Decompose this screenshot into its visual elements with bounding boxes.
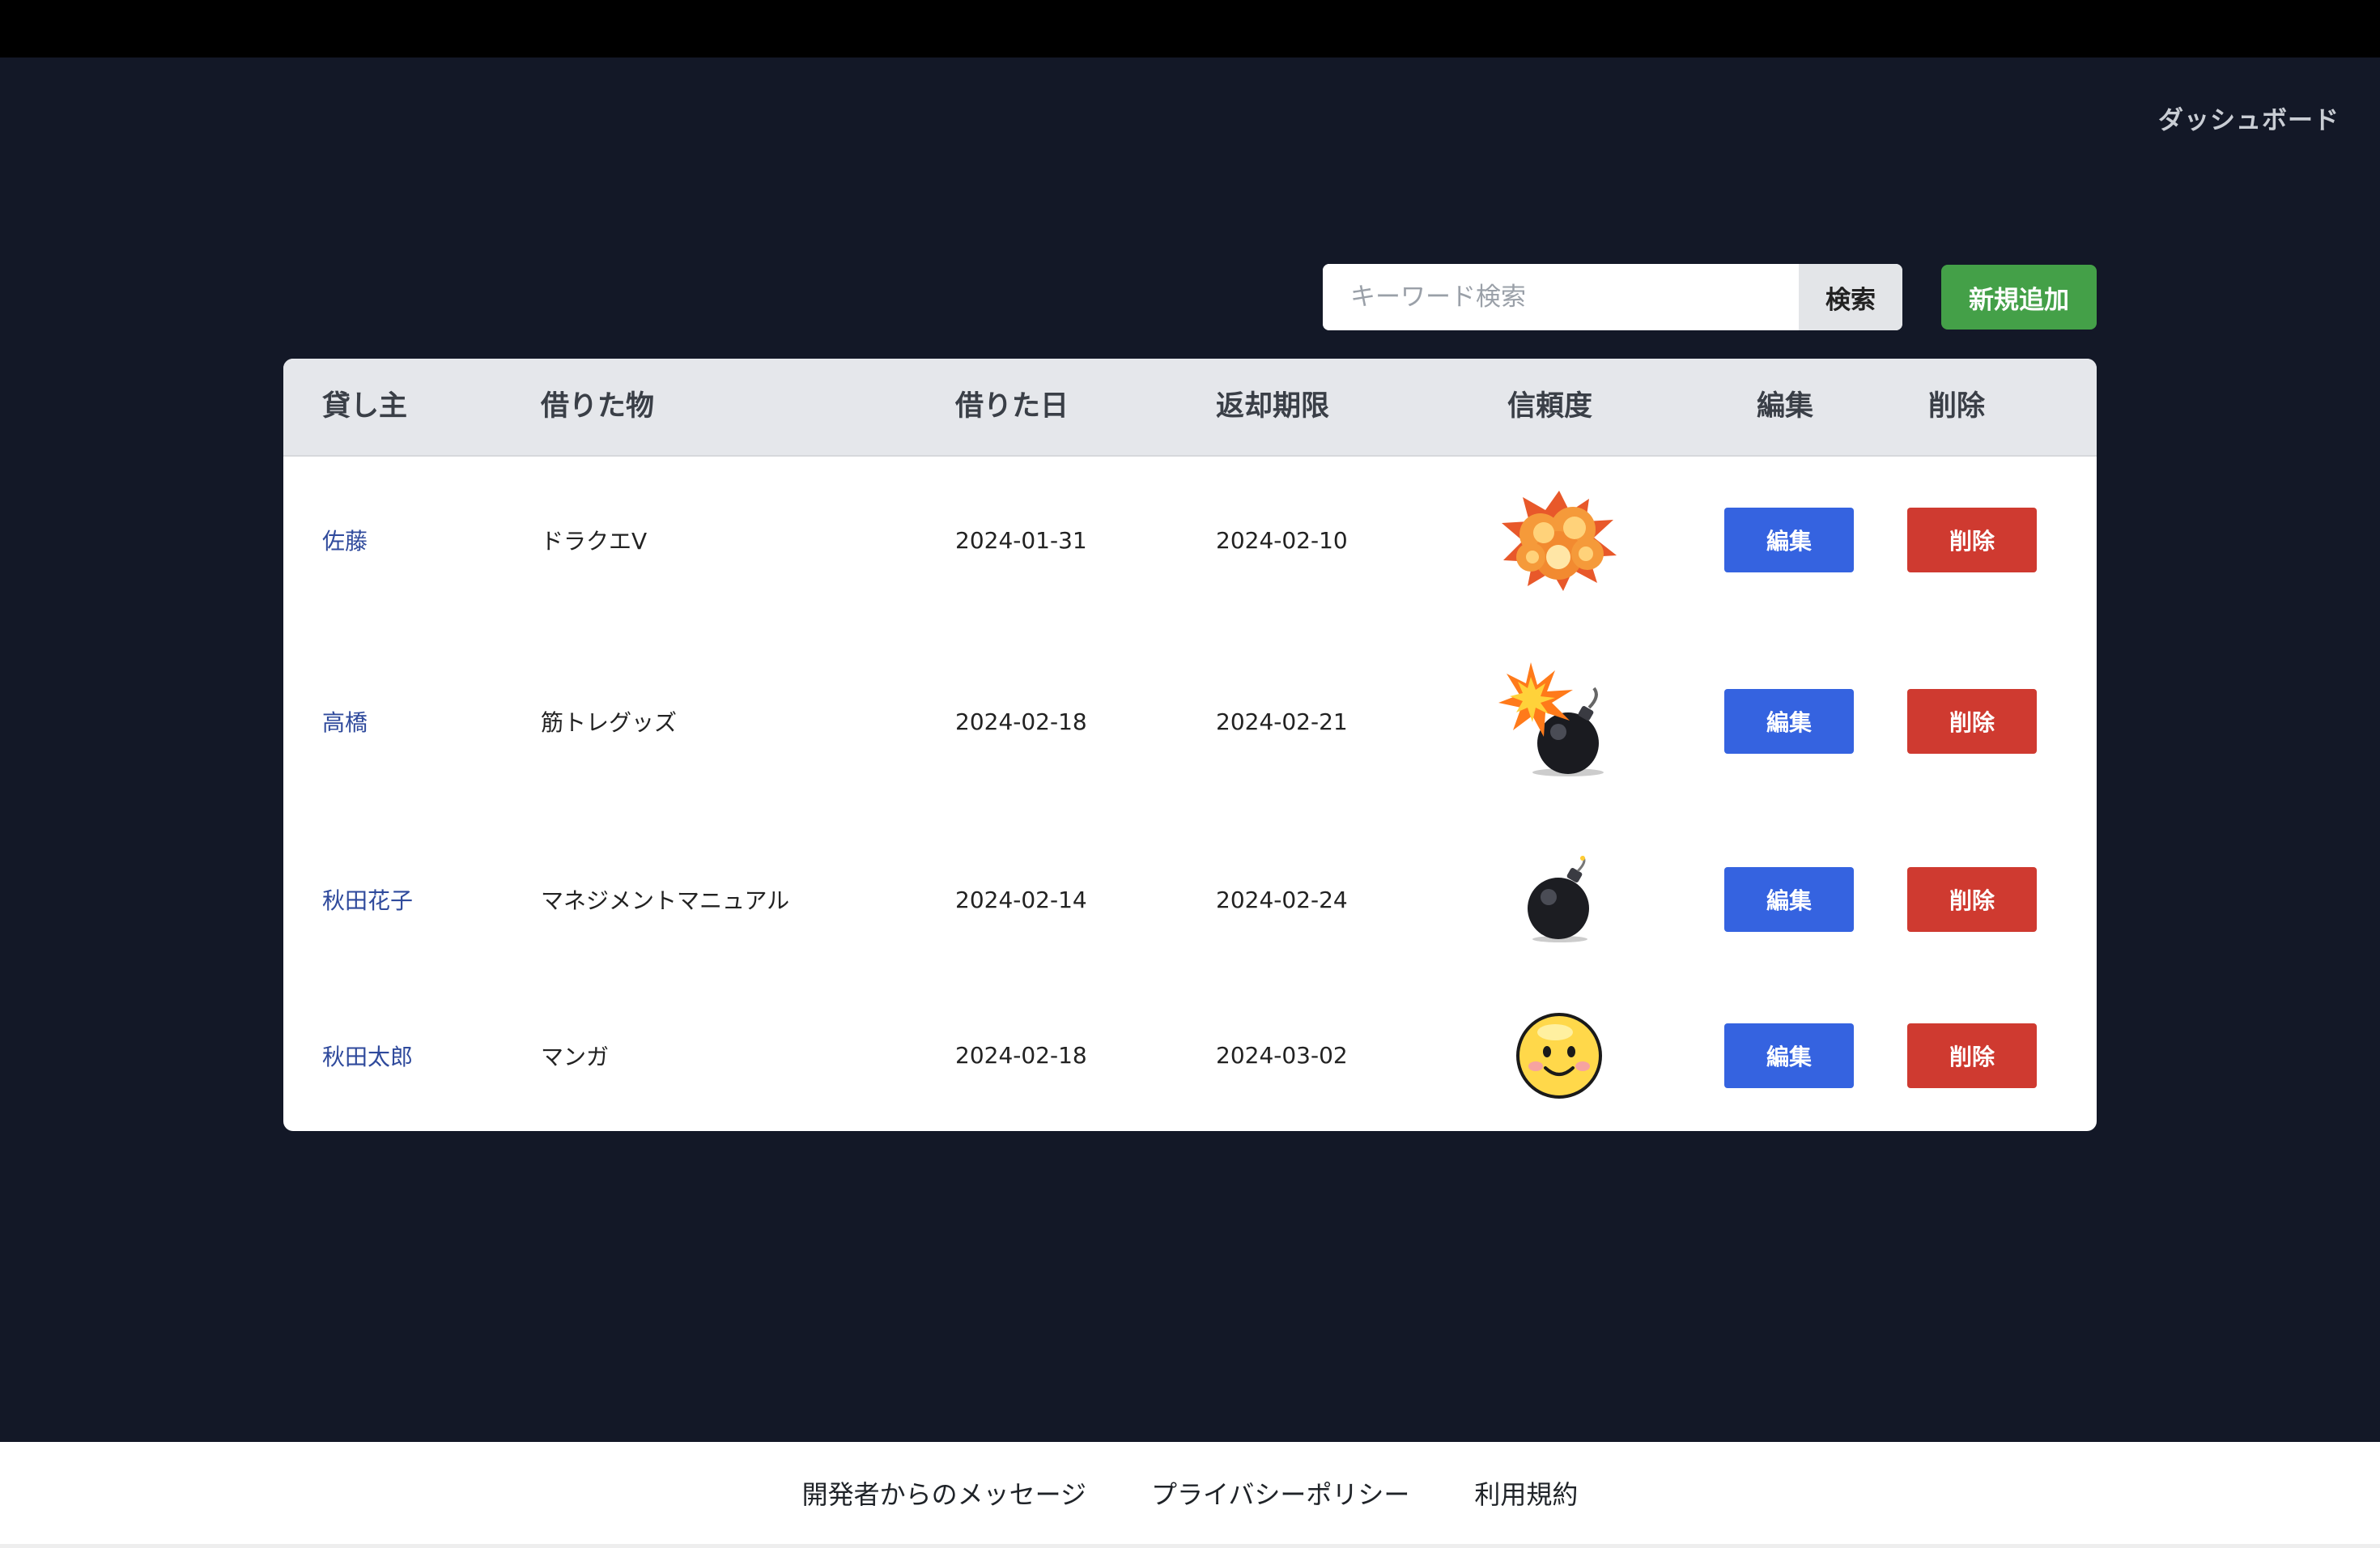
bomb-icon [1528,855,1589,942]
edit-button[interactable]: 編集 [1724,508,1854,572]
lender-link[interactable]: 佐藤 [322,524,368,556]
search-box: 検索 [1323,264,1902,330]
due-date: 2024-02-21 [1216,708,1348,735]
footer-link-terms[interactable]: 利用規約 [1474,1474,1578,1512]
delete-button[interactable]: 削除 [1907,689,2037,754]
column-header-lender: 貸し主 [322,390,408,423]
app-main: ダッシュボード 検索 新規追加 貸し主 借りた物 借りた日 返却期限 信頼度 編… [0,57,2380,1442]
column-header-edit: 編集 [1757,390,1814,423]
borrowed-date: 2024-02-18 [955,1042,1087,1069]
column-header-delete: 削除 [1928,390,1986,423]
column-header-borrowed-date: 借りた日 [955,390,1069,423]
borrowed-date: 2024-02-18 [955,708,1087,735]
toolbar: 検索 新規追加 [1323,264,2097,330]
borrowed-date: 2024-02-14 [955,886,1087,913]
browser-top-bar [0,0,2380,57]
edit-button[interactable]: 編集 [1724,689,1854,754]
smiley-icon [1516,1012,1602,1099]
due-date: 2024-02-24 [1216,886,1348,913]
delete-button[interactable]: 削除 [1907,867,2037,932]
edit-button[interactable]: 編集 [1724,867,1854,932]
trust-indicator [1478,819,1640,980]
due-date: 2024-02-10 [1216,526,1348,554]
table-row: 秋田花子 マネジメントマニュアル 2024-02-14 2024-02-24 編… [283,819,2097,980]
column-header-due-date: 返却期限 [1216,390,1330,423]
lender-link[interactable]: 高橋 [322,705,368,738]
lit-bomb-icon [1498,662,1604,776]
item-name: ドラクエV [541,528,648,555]
explosion-icon [1502,491,1617,591]
footer-link-developer-message[interactable]: 開発者からのメッセージ [802,1474,1086,1512]
footer-link-privacy-policy[interactable]: プライバシーポリシー [1151,1474,1409,1512]
item-name: マネジメントマニュアル [541,887,790,914]
delete-button[interactable]: 削除 [1907,508,2037,572]
column-header-item: 借りた物 [541,390,655,423]
item-name: 筋トレグッズ [541,709,678,736]
table-row: 高橋 筋トレグッズ 2024-02-18 2024-02-21 編集 削除 [283,623,2097,819]
due-date: 2024-03-02 [1216,1042,1348,1069]
lender-link[interactable]: 秋田太郎 [322,1040,413,1072]
delete-button[interactable]: 削除 [1907,1023,2037,1088]
footer: 開発者からのメッセージ プライバシーポリシー 利用規約 [0,1442,2380,1548]
edit-button[interactable]: 編集 [1724,1023,1854,1088]
table-header: 貸し主 借りた物 借りた日 返却期限 信頼度 編集 削除 [283,359,2097,457]
column-header-trust: 信頼度 [1507,390,1593,423]
table-row: 秋田太郎 マンガ 2024-02-18 2024-03-02 編集 削除 [283,980,2097,1131]
search-input[interactable] [1323,264,1799,330]
table-row: 佐藤 ドラクエV 2024-01-31 2024-02-10 編集 削除 [283,457,2097,623]
search-button[interactable]: 検索 [1799,264,1902,330]
dashboard-link[interactable]: ダッシュボード [2158,100,2340,136]
item-name: マンガ [541,1043,610,1070]
borrowed-date: 2024-01-31 [955,526,1087,554]
trust-indicator [1478,623,1640,819]
add-new-button[interactable]: 新規追加 [1941,265,2097,330]
lender-link[interactable]: 秋田花子 [322,883,413,916]
footer-links: 開発者からのメッセージ プライバシーポリシー 利用規約 [0,1442,2380,1544]
trust-indicator [1478,457,1640,623]
footer-bottom-strip [0,1544,2380,1548]
trust-indicator [1478,980,1640,1131]
loans-table: 貸し主 借りた物 借りた日 返却期限 信頼度 編集 削除 佐藤 ドラクエV 20… [283,359,2097,1131]
